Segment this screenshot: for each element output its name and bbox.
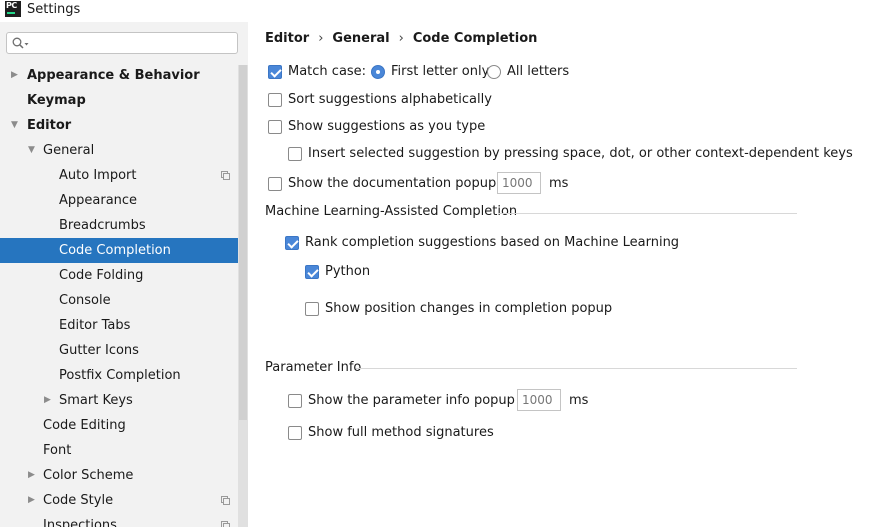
param-popup-row: Show the parameter info popup in ms xyxy=(288,389,608,411)
full-signatures-checkbox[interactable] xyxy=(288,426,302,440)
ml-rank-checkbox[interactable] xyxy=(285,236,299,250)
chevron-right-icon[interactable]: ▶ xyxy=(44,388,54,413)
doc-popup-row: Show the documentation popup in ms xyxy=(268,172,588,194)
param-popup-checkbox[interactable] xyxy=(288,394,302,408)
full-signatures-label: Show full method signatures xyxy=(308,425,494,440)
sidebar-item-keymap[interactable]: Keymap xyxy=(0,88,238,113)
pycharm-logo-icon: PC xyxy=(5,1,21,17)
doc-popup-delay-input[interactable] xyxy=(497,172,541,194)
title-bar: PC Settings xyxy=(0,0,877,22)
sidebar-item-postfix-completion[interactable]: Postfix Completion xyxy=(0,363,238,388)
breadcrumb-separator: › xyxy=(318,31,324,46)
sidebar-item-code-editing[interactable]: Code Editing xyxy=(0,413,238,438)
match-case-label: Match case: xyxy=(288,64,367,79)
show-as-type-label: Show suggestions as you type xyxy=(288,119,486,134)
breadcrumb: Editor › General › Code Completion xyxy=(265,31,537,46)
sidebar-item-editor[interactable]: ▼ Editor xyxy=(0,113,238,138)
sidebar-item-console[interactable]: Console xyxy=(0,288,238,313)
breadcrumb-general: General xyxy=(332,31,390,46)
project-settings-icon xyxy=(221,496,230,505)
search-icon xyxy=(12,37,29,49)
settings-content: Editor › General › Code Completion Match cas… xyxy=(248,22,877,527)
param-popup-unit: ms xyxy=(569,393,589,408)
sidebar-scroll-thumb[interactable] xyxy=(239,65,247,420)
doc-popup-unit: ms xyxy=(549,176,569,191)
sort-alpha-label: Sort suggestions alphabetically xyxy=(288,92,492,107)
breadcrumb-separator: › xyxy=(398,31,404,46)
param-section-title: Parameter Info xyxy=(265,360,362,375)
sidebar-item-gutter-icons[interactable]: Gutter Icons xyxy=(0,338,238,363)
ml-rank-label: Rank completion suggestions based on Mac… xyxy=(305,235,680,250)
chevron-right-icon[interactable]: ▶ xyxy=(28,488,38,513)
sidebar-item-appearance-behavior[interactable]: ▶ Appearance & Behavior xyxy=(0,63,238,88)
project-settings-icon xyxy=(221,171,230,180)
sidebar-item-breadcrumbs[interactable]: Breadcrumbs xyxy=(0,213,238,238)
sidebar-item-smart-keys[interactable]: ▶ Smart Keys xyxy=(0,388,238,413)
sidebar-item-auto-import[interactable]: Auto Import xyxy=(0,163,238,188)
param-popup-label: Show the parameter info popup in xyxy=(308,393,531,408)
doc-popup-checkbox[interactable] xyxy=(268,177,282,191)
all-letters-radio[interactable] xyxy=(487,65,501,79)
sort-alpha-checkbox[interactable] xyxy=(268,93,282,107)
param-section-divider xyxy=(356,368,797,369)
sidebar-item-appearance[interactable]: Appearance xyxy=(0,188,238,213)
settings-sidebar: ▶ Appearance & Behavior Keymap ▼ Editor … xyxy=(0,22,248,527)
sidebar-item-color-scheme[interactable]: ▶ Color Scheme xyxy=(0,463,238,488)
sidebar-scrollbar[interactable] xyxy=(238,65,248,527)
sidebar-item-code-folding[interactable]: Code Folding xyxy=(0,263,238,288)
doc-popup-label: Show the documentation popup in xyxy=(288,176,513,191)
sidebar-item-inspections[interactable]: Inspections xyxy=(0,513,238,527)
project-settings-icon xyxy=(221,521,230,527)
chevron-right-icon[interactable]: ▶ xyxy=(28,463,38,488)
python-checkbox[interactable] xyxy=(305,265,319,279)
param-popup-delay-input[interactable] xyxy=(517,389,561,411)
sidebar-item-code-style[interactable]: ▶ Code Style xyxy=(0,488,238,513)
window-title: Settings xyxy=(27,2,81,17)
insert-selected-label: Insert selected suggestion by pressing s… xyxy=(308,146,853,161)
ml-section-title: Machine Learning-Assisted Completion xyxy=(265,204,518,219)
chevron-down-icon[interactable]: ▼ xyxy=(11,113,21,138)
settings-search[interactable] xyxy=(6,32,238,54)
sidebar-item-font[interactable]: Font xyxy=(0,438,238,463)
search-input[interactable] xyxy=(33,35,233,51)
sidebar-item-code-completion[interactable]: Code Completion xyxy=(0,238,248,263)
sidebar-item-general[interactable]: ▼ General xyxy=(0,138,238,163)
first-letter-label: First letter only xyxy=(391,64,490,79)
position-changes-checkbox[interactable] xyxy=(305,302,319,316)
breadcrumb-editor: Editor xyxy=(265,31,310,46)
match-case-row: Match case: First letter only All letter… xyxy=(268,63,588,81)
chevron-right-icon[interactable]: ▶ xyxy=(11,63,21,88)
settings-tree: ▶ Appearance & Behavior Keymap ▼ Editor … xyxy=(0,63,248,527)
first-letter-radio[interactable] xyxy=(371,65,385,79)
sidebar-item-editor-tabs[interactable]: Editor Tabs xyxy=(0,313,238,338)
all-letters-label: All letters xyxy=(507,64,570,79)
match-case-checkbox[interactable] xyxy=(268,65,282,79)
position-changes-label: Show position changes in completion popu… xyxy=(325,301,613,316)
chevron-down-icon[interactable]: ▼ xyxy=(28,138,38,163)
python-label: Python xyxy=(325,264,371,279)
insert-selected-checkbox[interactable] xyxy=(288,147,302,161)
show-as-type-checkbox[interactable] xyxy=(268,120,282,134)
breadcrumb-code-completion: Code Completion xyxy=(412,31,538,46)
ml-section-divider xyxy=(498,213,797,214)
